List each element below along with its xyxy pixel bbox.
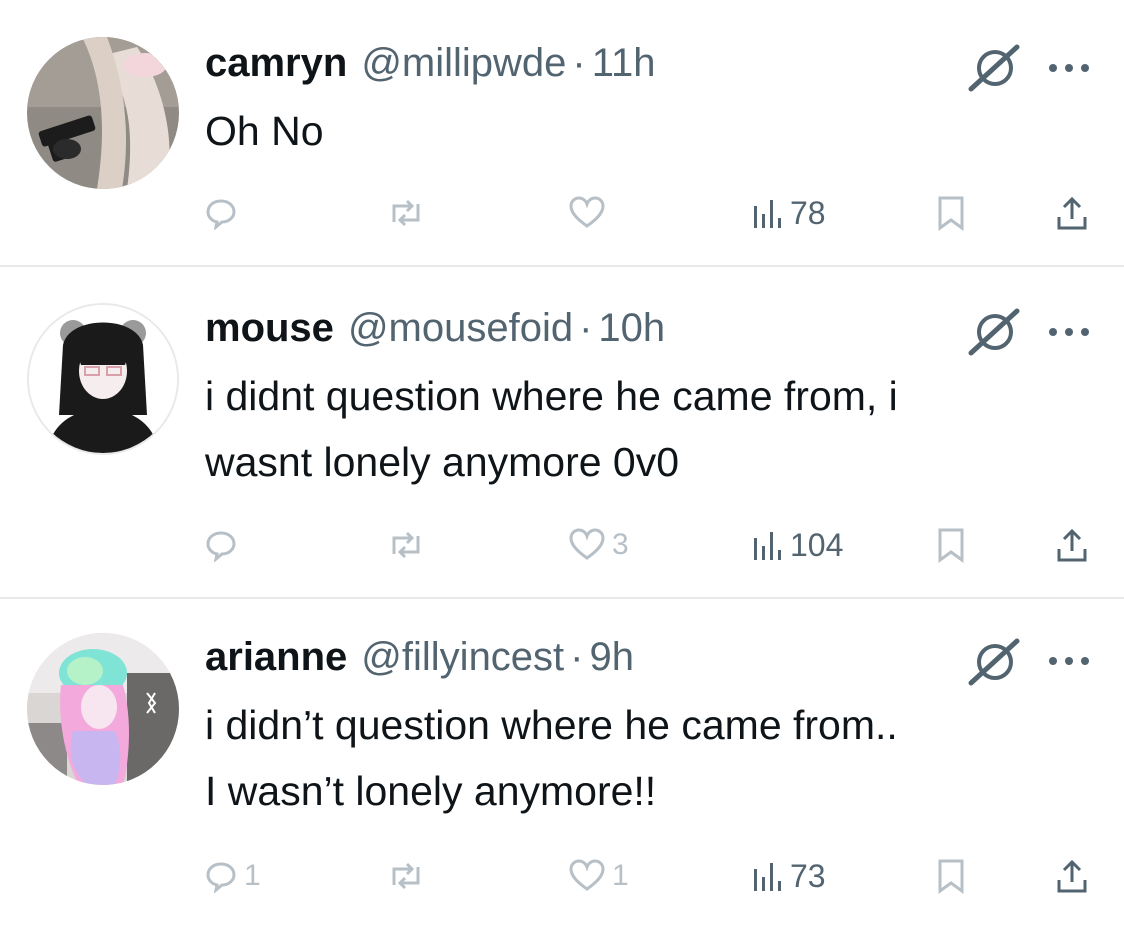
- views-bar-chart-icon: [752, 528, 782, 562]
- separator-dot: ·: [572, 41, 586, 85]
- views-count: 73: [790, 857, 826, 894]
- tweet-actions: 78: [0, 188, 1124, 238]
- share-icon: [1056, 527, 1088, 563]
- bookmark-button[interactable]: [936, 851, 966, 901]
- views-button[interactable]: 104: [752, 520, 843, 570]
- avatar[interactable]: [27, 303, 179, 455]
- timestamp[interactable]: 11h: [592, 35, 656, 91]
- views-bar-chart-icon: [752, 196, 782, 230]
- grok-icon[interactable]: [965, 43, 1023, 93]
- reply-count: 1: [244, 859, 261, 892]
- bookmark-icon: [936, 858, 966, 894]
- tweet-header: camryn @millipwde · 11h: [205, 35, 656, 91]
- retweet-button[interactable]: [386, 851, 432, 901]
- separator-dot: ·: [579, 306, 593, 350]
- views-count: 104: [790, 526, 844, 563]
- retweet-icon: [386, 196, 426, 230]
- views-bar-chart-icon: [752, 859, 782, 893]
- heart-icon: [568, 528, 606, 562]
- tweet-header: arianne @fillyincest · 9h: [205, 629, 634, 685]
- more-horizontal-icon[interactable]: [1045, 322, 1095, 342]
- avatar[interactable]: [27, 37, 179, 189]
- tweet-text: Oh No: [205, 98, 1105, 164]
- reply-button[interactable]: [204, 520, 244, 570]
- more-horizontal-icon[interactable]: [1045, 58, 1095, 78]
- like-count: 1: [612, 859, 629, 892]
- tweet-actions: 1 1 73: [0, 851, 1124, 901]
- tweet[interactable]: arianne @fillyincest · 9h i didn’t quest…: [0, 599, 1124, 927]
- display-name[interactable]: mouse: [205, 300, 334, 356]
- bookmark-button[interactable]: [936, 520, 966, 570]
- reply-icon: [204, 196, 238, 230]
- tweet-actions: 3 104: [0, 520, 1124, 570]
- more-horizontal-icon[interactable]: [1045, 651, 1095, 671]
- heart-icon: [568, 196, 606, 230]
- tweet-text-line: i didnt question where he came from, i: [205, 373, 898, 419]
- share-button[interactable]: [1056, 520, 1088, 570]
- bookmark-icon: [936, 195, 966, 231]
- share-button[interactable]: [1056, 188, 1088, 238]
- user-handle[interactable]: @millipwde: [361, 35, 566, 91]
- retweet-icon: [386, 528, 426, 562]
- reply-icon: [204, 859, 238, 893]
- share-icon: [1056, 195, 1088, 231]
- tweet[interactable]: mouse @mousefoid · 10h i didnt question …: [0, 267, 1124, 597]
- tweet-text: i didnt question where he came from, i w…: [205, 363, 1105, 495]
- timestamp[interactable]: 10h: [598, 300, 665, 356]
- tweet-header: mouse @mousefoid · 10h: [205, 300, 665, 356]
- bookmark-button[interactable]: [936, 188, 966, 238]
- retweet-button[interactable]: [386, 520, 432, 570]
- views-button[interactable]: 78: [752, 188, 826, 238]
- views-count: 78: [790, 194, 826, 231]
- tweet-text-line: i didn’t question where he came from..: [205, 702, 898, 748]
- grok-icon[interactable]: [965, 307, 1023, 357]
- tweet-text-line: I wasn’t lonely anymore!!: [205, 768, 657, 814]
- retweet-icon: [386, 859, 426, 893]
- avatar[interactable]: [27, 633, 179, 785]
- heart-icon: [568, 859, 606, 893]
- tweet-feed: camryn @millipwde · 11h Oh No 78 mouse @…: [0, 0, 1124, 927]
- like-count: 3: [612, 528, 629, 561]
- retweet-button[interactable]: [386, 188, 432, 238]
- reply-icon: [204, 528, 238, 562]
- share-button[interactable]: [1056, 851, 1088, 901]
- user-handle[interactable]: @fillyincest: [361, 629, 564, 685]
- tweet-text-line: Oh No: [205, 108, 324, 154]
- user-handle[interactable]: @mousefoid: [348, 300, 573, 356]
- tweet-text-line: wasnt lonely anymore 0v0: [205, 439, 680, 485]
- display-name[interactable]: camryn: [205, 35, 347, 91]
- views-button[interactable]: 73: [752, 851, 826, 901]
- tweet-text: i didn’t question where he came from.. I…: [205, 692, 1105, 824]
- like-button[interactable]: 1: [568, 851, 629, 901]
- timestamp[interactable]: 9h: [590, 629, 635, 685]
- like-button[interactable]: 3: [568, 520, 629, 570]
- display-name[interactable]: arianne: [205, 629, 347, 685]
- reply-button[interactable]: 1: [204, 851, 261, 901]
- grok-icon[interactable]: [965, 637, 1023, 687]
- separator-dot: ·: [570, 635, 584, 679]
- bookmark-icon: [936, 527, 966, 563]
- reply-button[interactable]: [204, 188, 244, 238]
- share-icon: [1056, 858, 1088, 894]
- tweet[interactable]: camryn @millipwde · 11h Oh No 78: [0, 0, 1124, 265]
- like-button[interactable]: [568, 188, 612, 238]
